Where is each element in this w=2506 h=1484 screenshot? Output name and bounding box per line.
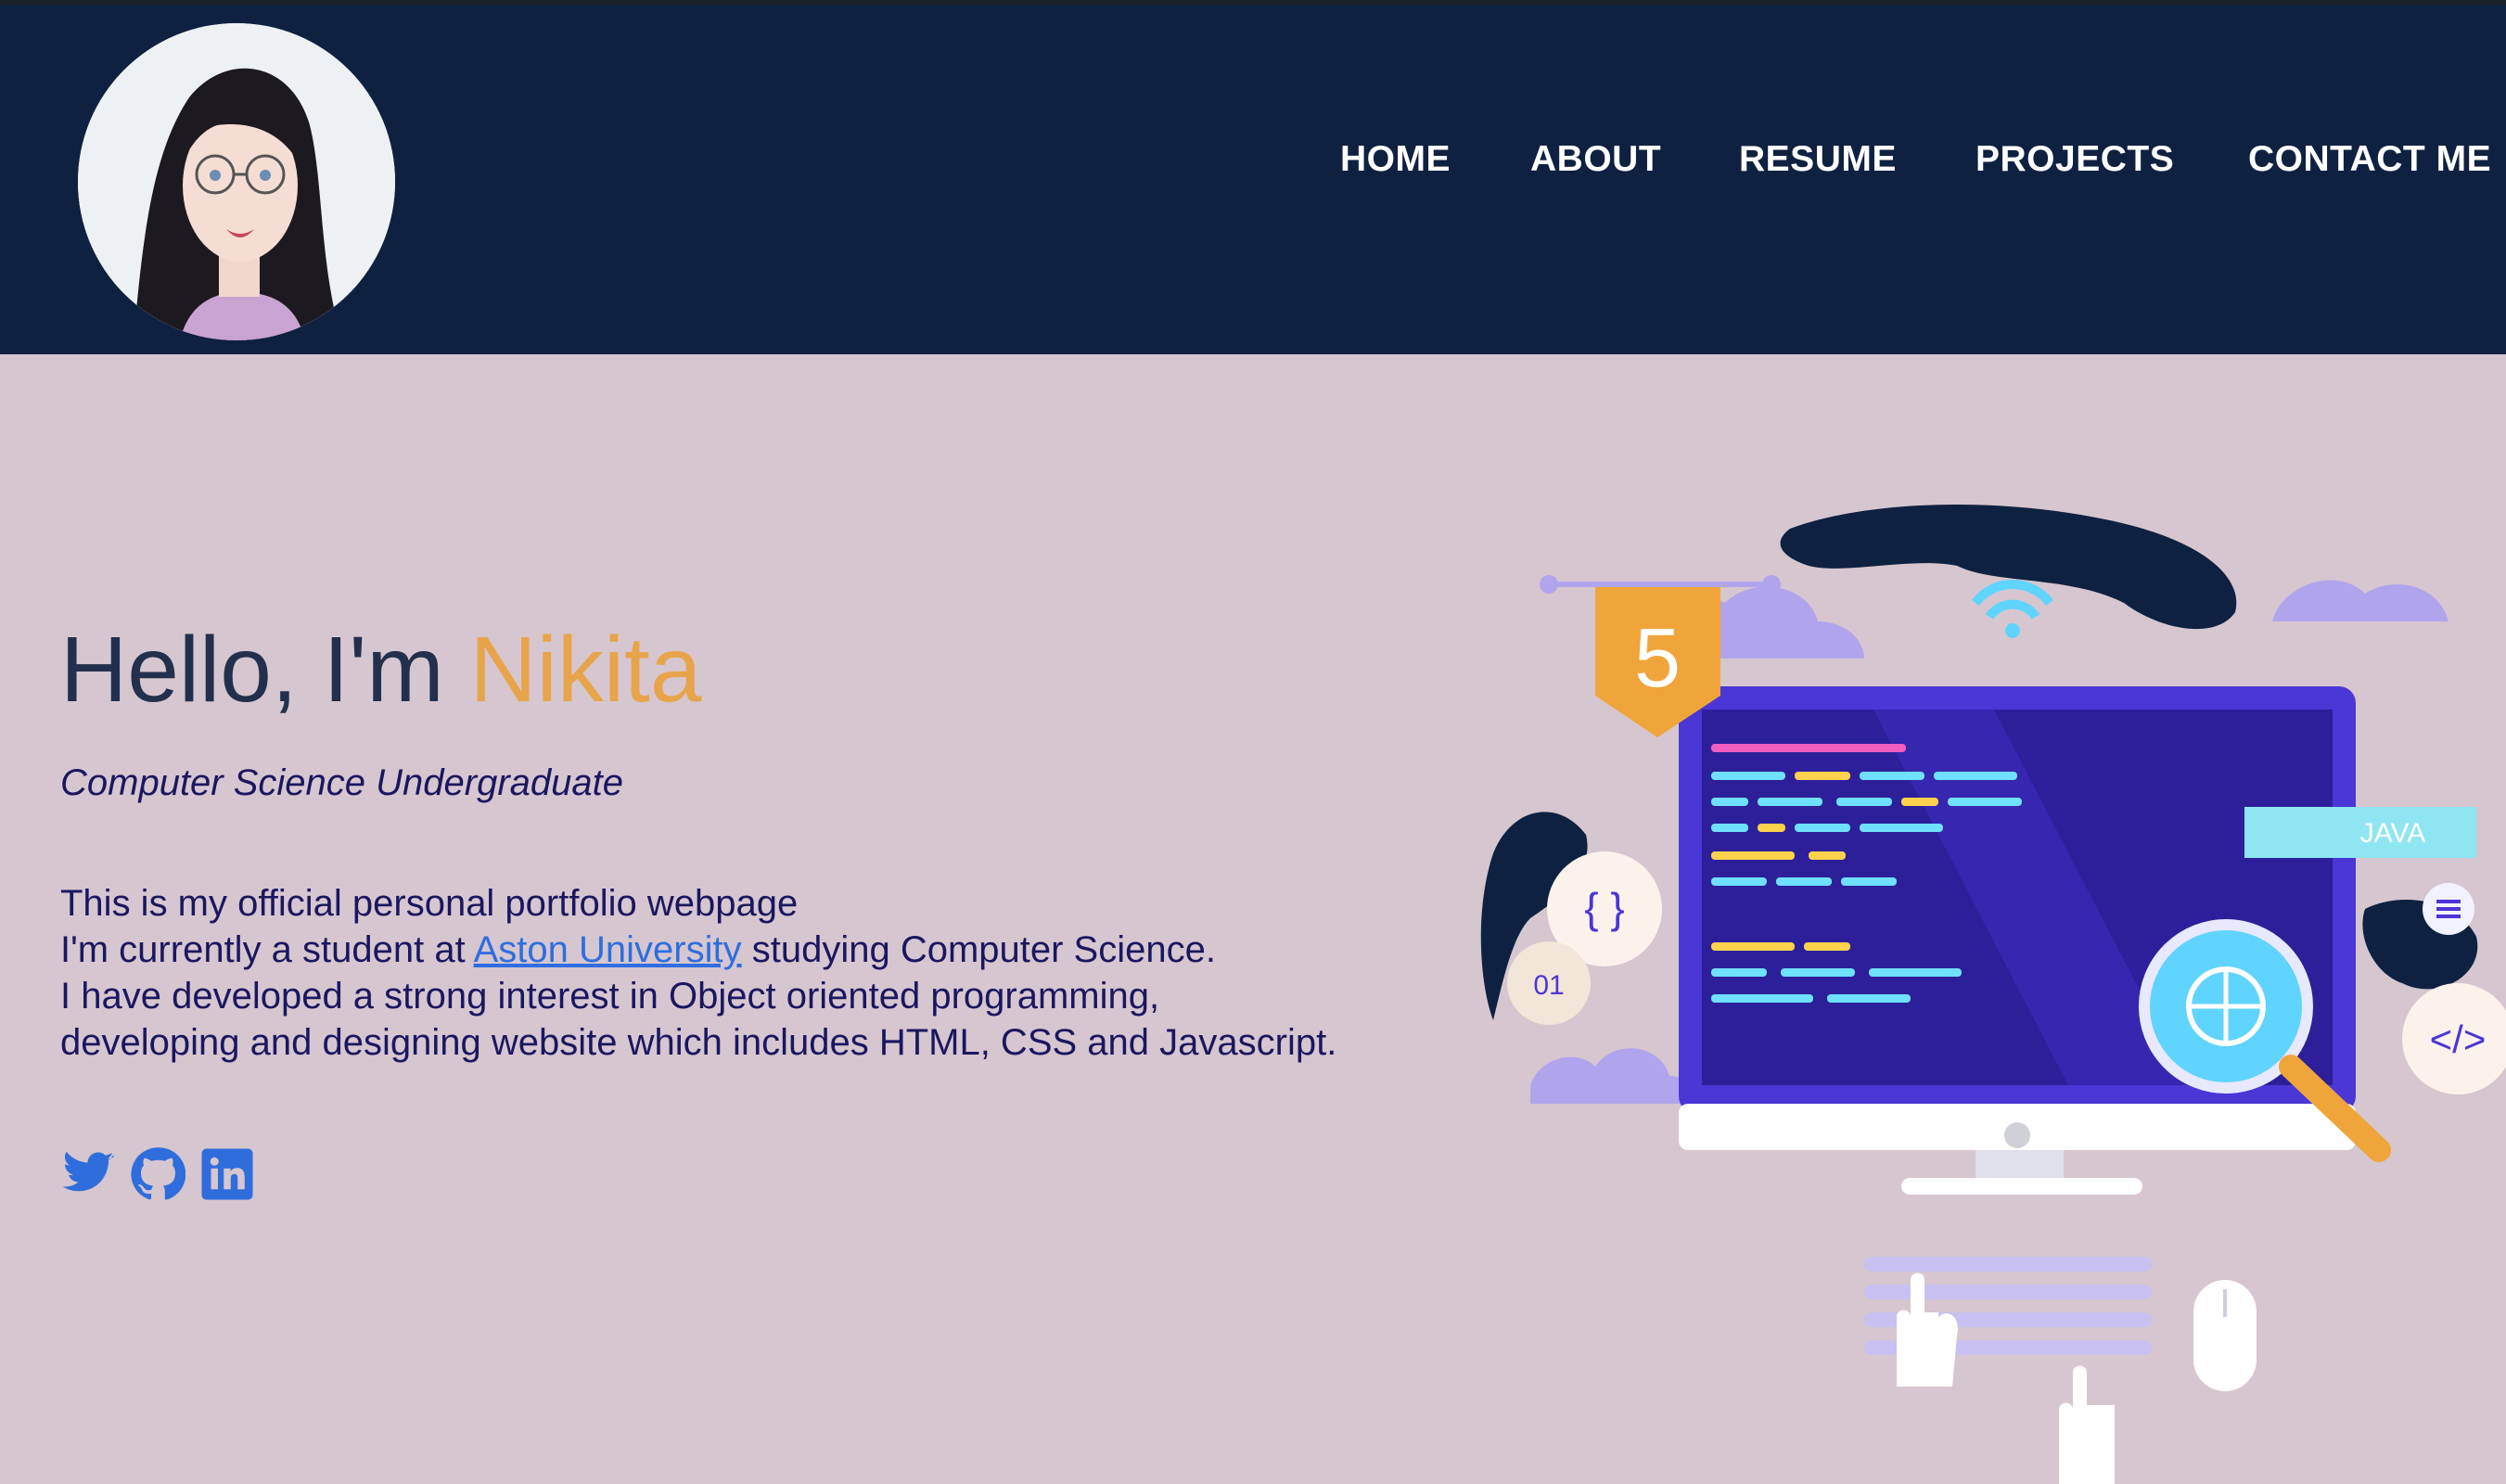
hero-subtitle: Computer Science Undergraduate — [60, 762, 624, 803]
badge-number: 5 — [1634, 612, 1681, 705]
bio-line1: This is my official personal portfolio w… — [60, 883, 799, 924]
developer-illustration: 5 JAVA { } 01 </> — [1475, 501, 2506, 1484]
nav-contact-me[interactable]: CONTACT ME — [2248, 139, 2491, 180]
linkedin-link[interactable] — [199, 1146, 255, 1202]
braces-label: { } — [1584, 884, 1625, 932]
aston-university-link[interactable]: Aston University — [474, 929, 742, 970]
site-header: HOME ABOUT RESUME PROJECTS CONTACT ME — [0, 5, 2506, 354]
hero-title: Hello, I'm Nikita — [60, 617, 701, 723]
bio-rest: I have developed a strong interest in Ob… — [60, 976, 1337, 1063]
hero-greeting: Hello, I'm — [60, 618, 470, 722]
nav-projects[interactable]: PROJECTS — [1975, 139, 2174, 180]
main-nav: HOME ABOUT RESUME PROJECTS CONTACT ME — [0, 139, 2506, 195]
nav-about[interactable]: ABOUT — [1530, 139, 1661, 180]
binary-label: 01 — [1533, 970, 1564, 1001]
computer-illustration-icon: 5 JAVA { } 01 </> — [1480, 504, 2506, 1484]
github-icon — [131, 1147, 185, 1200]
github-link[interactable] — [130, 1146, 185, 1202]
java-label: JAVA — [2360, 818, 2426, 849]
twitter-link[interactable] — [60, 1146, 116, 1202]
bio-line2-pre: I'm currently a student at — [60, 929, 474, 970]
linkedin-icon — [201, 1148, 253, 1200]
nav-resume[interactable]: RESUME — [1739, 139, 1897, 180]
hero-bio: This is my official personal portfolio w… — [60, 880, 1340, 1066]
nav-home[interactable]: HOME — [1340, 139, 1451, 180]
bio-line2-post: studying Computer Science. — [741, 929, 1216, 970]
hero-name: Nikita — [469, 618, 702, 722]
twitter-icon — [62, 1151, 114, 1192]
code-tag-label: </> — [2430, 1017, 2487, 1061]
